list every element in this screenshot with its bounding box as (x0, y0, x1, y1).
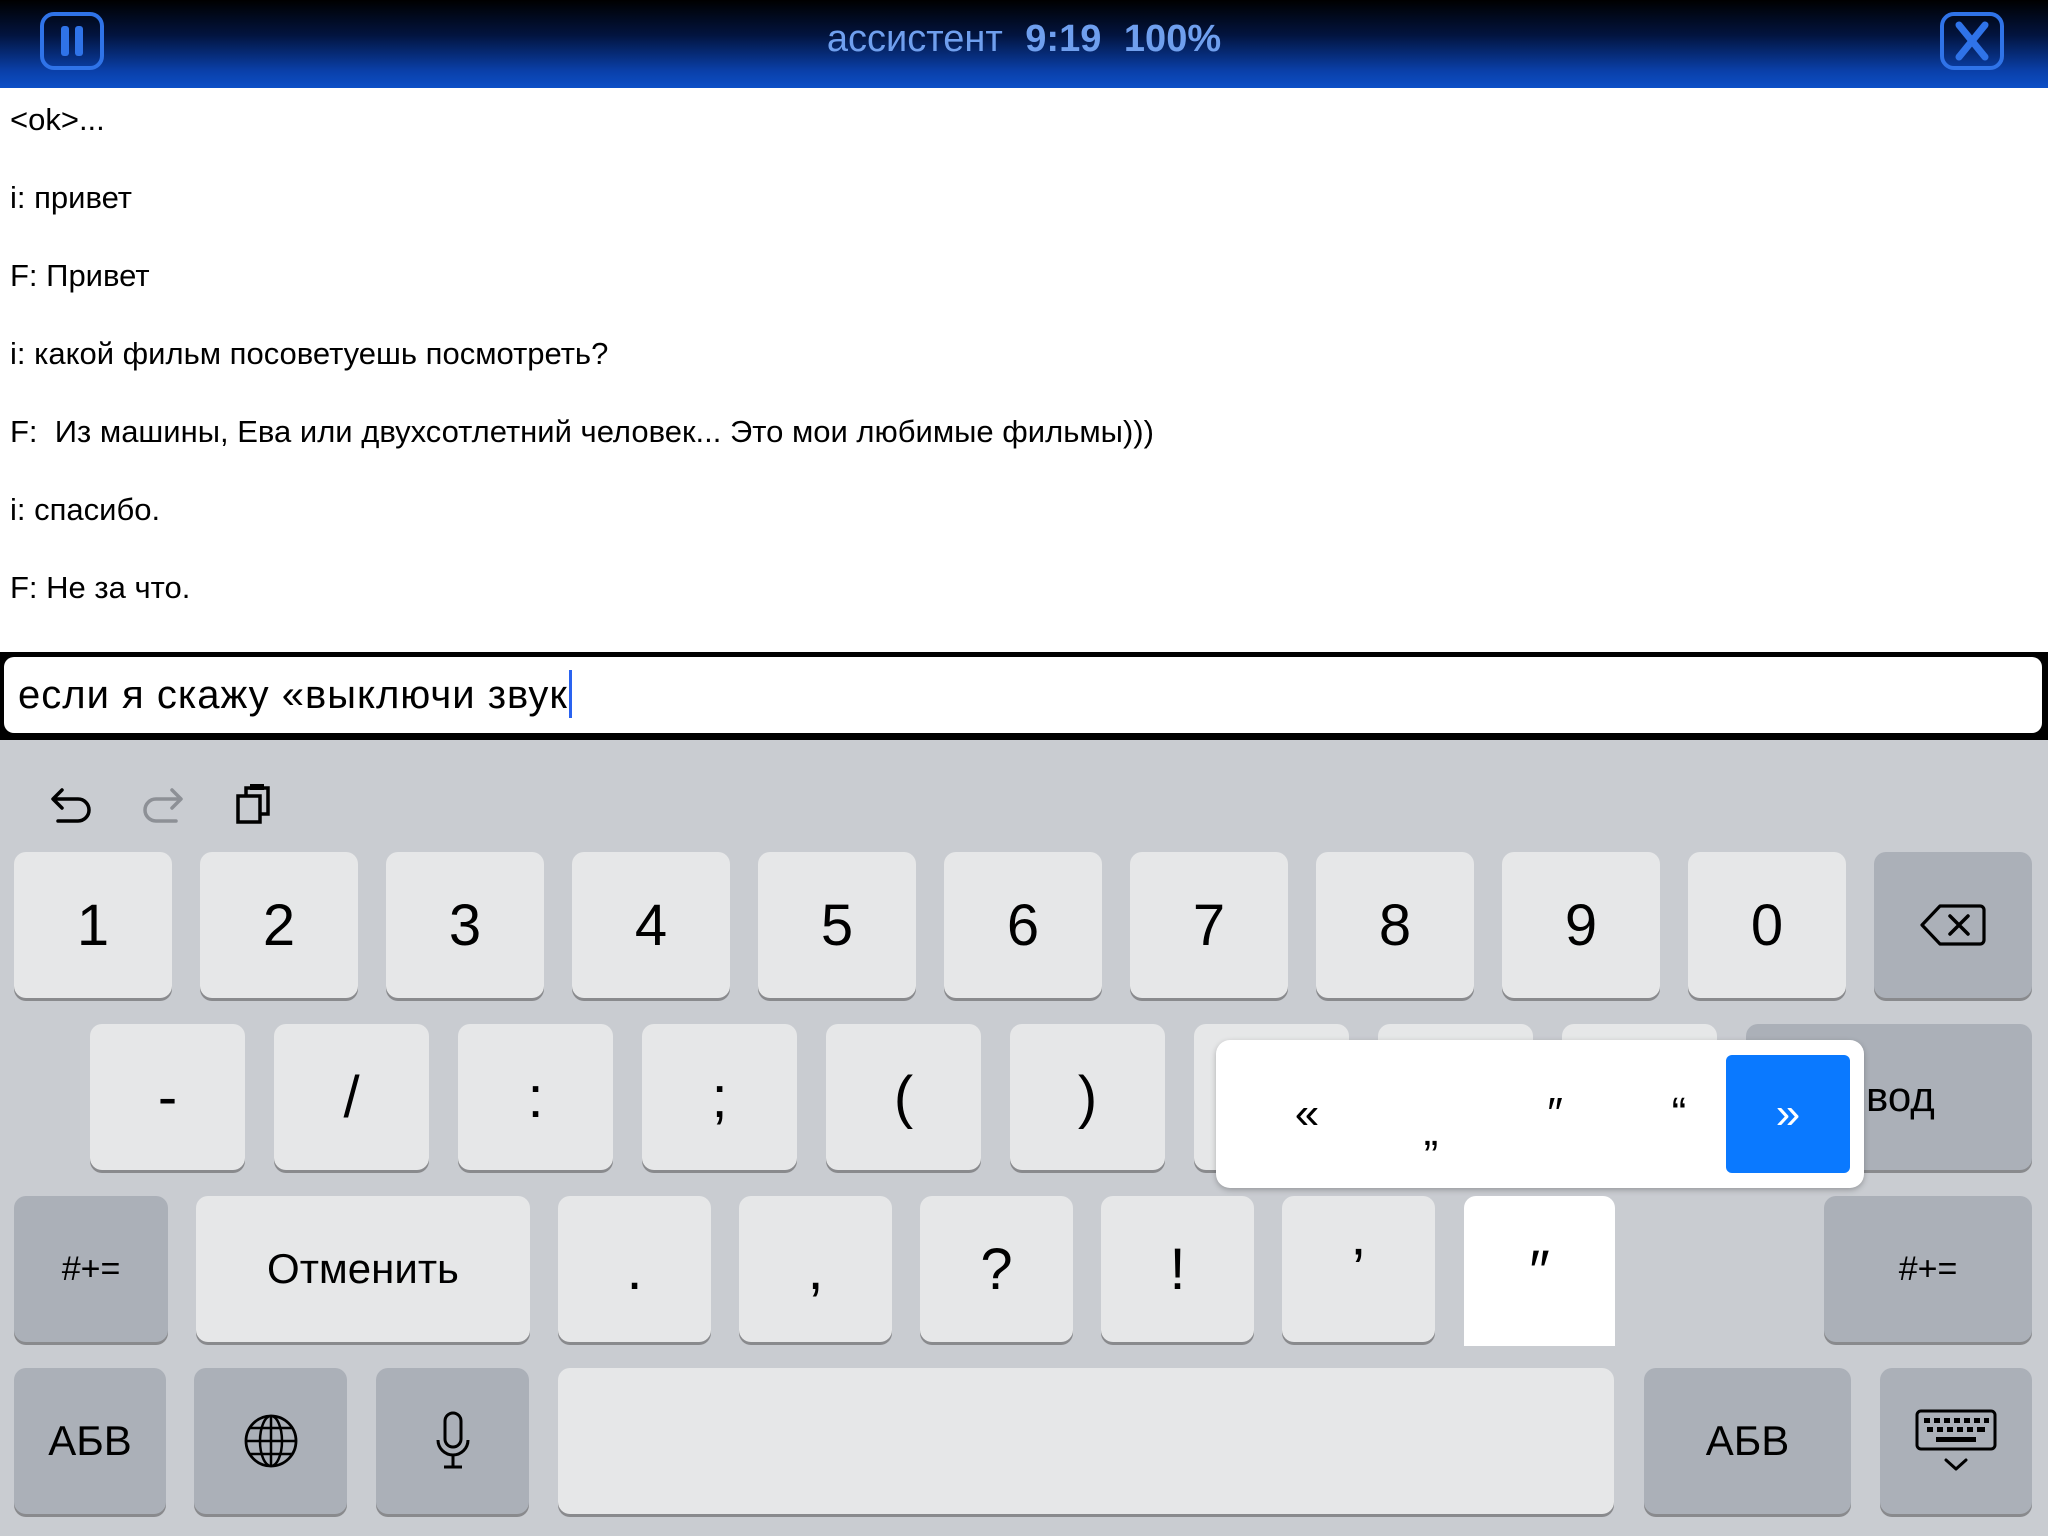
undo-key[interactable]: Отменить (196, 1196, 530, 1342)
chat-line: i: спасибо. (10, 492, 161, 527)
key-2[interactable]: 2 (200, 852, 358, 998)
chat-line: <ok>... (10, 102, 105, 137)
chat-line: F: Из машины, Ева или двухсотлетний чело… (10, 414, 1154, 449)
microphone-key[interactable] (376, 1368, 529, 1514)
backspace-icon (1920, 904, 1986, 946)
alphabet-key-right[interactable]: АБВ (1644, 1368, 1851, 1514)
quote-option-guillemet-right[interactable]: » (1726, 1055, 1850, 1173)
backspace-key[interactable] (1874, 852, 2032, 998)
quote-option-high-double[interactable]: “ (1617, 1055, 1741, 1173)
text-caret (568, 670, 572, 719)
key-5[interactable]: 5 (758, 852, 916, 998)
key-0[interactable]: 0 (1688, 852, 1846, 998)
key-quote-pressed[interactable]: ″ (1464, 1196, 1615, 1346)
globe-key[interactable] (194, 1368, 347, 1514)
quote-option-guillemet-left[interactable]: « (1245, 1055, 1369, 1173)
close-button[interactable] (1940, 12, 2004, 70)
quote-option-low-double[interactable]: „ (1369, 1055, 1493, 1173)
key-4[interactable]: 4 (572, 852, 730, 998)
top-bar: ассистент 9:19 100% (0, 0, 2048, 88)
quote-option-double-prime[interactable]: ″ (1493, 1055, 1617, 1173)
key-6[interactable]: 6 (944, 852, 1102, 998)
redo-icon[interactable] (138, 782, 186, 833)
symbols-key-right[interactable]: #+= (1824, 1196, 2032, 1342)
dismiss-keyboard-key[interactable] (1880, 1368, 2032, 1514)
key-colon[interactable]: : (458, 1024, 613, 1170)
key-3[interactable]: 3 (386, 852, 544, 998)
key-apostrophe[interactable]: ’ (1282, 1196, 1435, 1342)
key-question[interactable]: ? (920, 1196, 1073, 1342)
paste-icon[interactable] (230, 782, 278, 833)
chat-line: i: какой фильм посоветуешь посмотреть? (10, 336, 609, 371)
key-8[interactable]: 8 (1316, 852, 1474, 998)
microphone-icon (436, 1411, 469, 1469)
battery-level: 100% (1123, 18, 1222, 60)
message-input[interactable]: если я скажу «выключи звук (4, 657, 2042, 733)
alphabet-key-left[interactable]: АБВ (14, 1368, 166, 1514)
input-text: если я скажу «выключи звук (18, 673, 568, 717)
key-9[interactable]: 9 (1502, 852, 1660, 998)
key-comma[interactable]: , (739, 1196, 892, 1342)
key-open-paren[interactable]: ( (826, 1024, 981, 1170)
key-slash[interactable]: / (274, 1024, 429, 1170)
clock: 9:19 (1025, 18, 1102, 60)
key-exclamation[interactable]: ! (1101, 1196, 1254, 1342)
input-frame: если я скажу «выключи звук (0, 652, 2048, 740)
globe-icon (244, 1414, 297, 1468)
key-1[interactable]: 1 (14, 852, 172, 998)
chat-line: F: Привет (10, 258, 150, 293)
chat-line: F: Не за что. (10, 570, 191, 605)
status-title: ассистент 9:19 100% (0, 18, 2048, 61)
key-7[interactable]: 7 (1130, 852, 1288, 998)
symbols-key-left[interactable]: #+= (14, 1196, 168, 1342)
chat-line: i: привет (10, 180, 132, 215)
key-semicolon[interactable]: ; (642, 1024, 797, 1170)
key-minus[interactable]: - (90, 1024, 245, 1170)
space-key[interactable] (558, 1368, 1614, 1514)
app-title: ассистент (826, 18, 1003, 60)
undo-icon[interactable] (48, 782, 96, 833)
key-period[interactable]: . (558, 1196, 711, 1342)
quote-alternatives-popup: « „ ″ “ » (1216, 1040, 1864, 1188)
keyboard-dismiss-icon (1915, 1409, 1997, 1471)
key-close-paren[interactable]: ) (1010, 1024, 1165, 1170)
close-icon (1955, 21, 1989, 61)
chat-log: <ok>... i: привет F: Привет i: какой фил… (10, 100, 2030, 646)
